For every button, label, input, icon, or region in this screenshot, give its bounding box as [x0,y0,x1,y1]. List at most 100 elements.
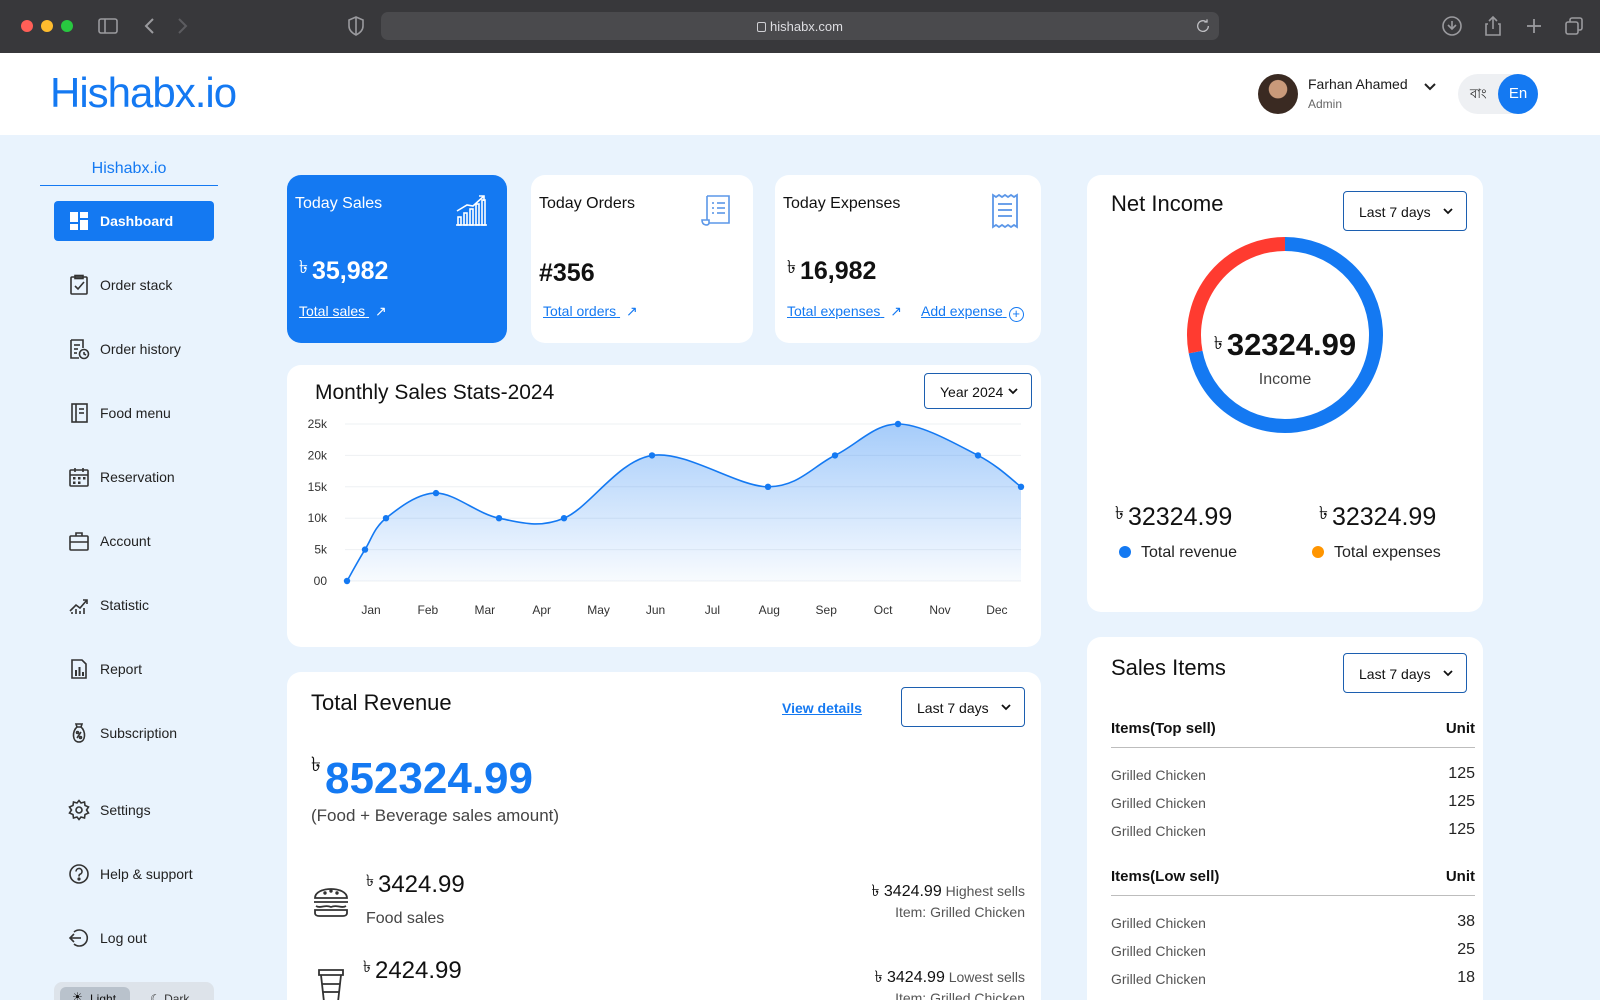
low-sell-header: Items(Low sell) Unit [1111,868,1475,885]
add-expense-link[interactable]: Add expense + [921,303,1024,322]
sidebar-item-reservation[interactable]: Reservation [54,457,214,497]
link-label: Total sales [299,303,366,319]
y-tick-label: 15k [308,480,328,494]
data-point[interactable] [894,420,902,428]
x-tick-label: May [587,603,610,617]
tab-overview-icon[interactable] [1562,14,1586,38]
sidebar-item-order-history[interactable]: Order history [54,329,214,369]
data-point[interactable] [495,515,503,522]
table-row: Grilled Chicken 125 [1111,765,1475,783]
sun-icon: ☀ [72,990,83,1000]
theme-light-option[interactable]: ☀ Light [60,987,130,1000]
theme-light-label: Light [90,992,117,1000]
total-revenue-title: Total Revenue [311,690,452,715]
net-income-card: Net Income Last 7 days ৳ 32324.99 Income … [1087,175,1483,612]
column-header: Items(Low sell) [1111,868,1220,885]
sidebar-item-food-menu[interactable]: Food menu [54,393,214,433]
lang-english-option[interactable]: En [1498,74,1538,114]
lang-bangla-option[interactable]: বাং [1470,85,1487,106]
logo[interactable]: Hishabx.io [50,69,237,117]
total-orders-link[interactable]: Total orders ↗ [543,303,638,320]
shield-icon[interactable] [344,14,368,38]
user-name[interactable]: Farhan Ahamed [1308,76,1408,92]
divider [1111,747,1475,748]
theme-dark-option[interactable]: ☾ Dark [150,992,189,1000]
drink-cup-icon [311,964,351,1000]
net-income-title: Net Income [1111,191,1224,216]
data-point[interactable] [382,515,390,522]
view-details-link[interactable]: View details [782,700,862,716]
x-tick-label: Nov [929,603,950,617]
sidebar-item-settings[interactable]: Settings [54,790,214,830]
percent-bag-icon [68,722,90,744]
net-income-period-dropdown[interactable]: Last 7 days [1343,191,1467,231]
data-point[interactable] [343,577,351,585]
chevron-down-icon[interactable] [1422,78,1438,94]
item-name: Grilled Chicken [1111,971,1206,987]
arrow-up-right-icon: ↗ [375,303,387,319]
sidebar-item-subscription[interactable]: Subscription [54,713,214,753]
forward-icon[interactable] [170,14,194,38]
sidebar-item-statistic[interactable]: Statistic [54,585,214,625]
close-window-button[interactable] [21,20,33,32]
data-point[interactable] [432,489,440,497]
sidebar-item-report[interactable]: Report [54,649,214,689]
avatar[interactable] [1258,74,1298,114]
monthly-sales-chart: 00 5k 10k 15k 20k 25k Jan Feb Mar Apr May Jun Jul Aug… [308,417,1025,617]
sidebar-item-label: Food menu [100,405,171,421]
sales-items-period-dropdown[interactable]: Last 7 days [1343,653,1467,693]
item-name: Grilled Chicken [1111,767,1206,783]
sidebar-item-dashboard[interactable]: Dashboard [54,201,214,241]
today-orders-card: Today Orders #356 Total orders ↗ [531,175,753,343]
data-point[interactable] [361,546,369,553]
legend-label: Total revenue [1141,544,1238,561]
reload-icon[interactable] [1195,18,1211,34]
download-icon[interactable] [1440,14,1464,38]
link-label: Total orders [543,303,617,319]
data-point[interactable] [764,483,772,490]
currency-symbol: ৳ [1213,333,1223,353]
donut-center-label: Income [1258,371,1312,388]
total-revenue-card: Total Revenue View details Last 7 days ৳… [287,672,1041,1000]
currency-symbol: ৳ [299,257,308,277]
data-point[interactable] [648,452,656,459]
data-point[interactable] [974,452,982,459]
table-row: Grilled Chicken 38 [1111,913,1475,931]
item-unit: 125 [1448,793,1475,810]
sidebar-item-account[interactable]: Account [54,521,214,561]
language-toggle[interactable]: বাং En [1458,74,1538,114]
value: 3424.99 [883,883,942,900]
card-value: ৳ 35,982 [299,253,388,286]
back-icon[interactable] [138,14,162,38]
share-icon[interactable] [1481,14,1505,38]
sidebar-item-label: Subscription [100,725,178,741]
chevron-down-icon [1443,208,1453,215]
clipboard-check-icon [68,274,90,296]
sidebar-item-help-support[interactable]: Help & support [54,854,214,894]
data-point[interactable] [1017,483,1025,490]
address-bar[interactable]: hishabx.com [381,12,1219,40]
maximize-window-button[interactable] [61,20,73,32]
table-row: Grilled Chicken 125 [1111,793,1475,811]
burger-icon [311,880,351,920]
total-sales-link[interactable]: Total sales ↗ [299,303,387,320]
sidebar-item-logout[interactable]: Log out [54,918,214,958]
sidebar-item-order-stack[interactable]: Order stack [54,265,214,305]
card-title: Today Expenses [783,195,901,212]
revenue-period-dropdown[interactable]: Last 7 days [901,687,1025,727]
total-expenses-link[interactable]: Total expenses ↗ [787,303,902,320]
food-highest-item: Item: Grilled Chicken [895,904,1025,920]
data-point[interactable] [560,515,568,522]
new-tab-icon[interactable] [1522,14,1546,38]
sidebar-logo[interactable]: Hishabx.io [40,160,218,186]
data-point[interactable] [831,452,839,459]
sidebar-toggle-icon[interactable] [96,14,120,38]
theme-toggle[interactable]: ☀ Light ☾ Dark [54,982,214,1000]
x-tick-label: Dec [986,603,1007,617]
currency-symbol: ৳ [874,969,883,986]
card-title: Today Sales [295,195,383,212]
minimize-window-button[interactable] [41,20,53,32]
label: Lowest sells [948,969,1025,985]
chevron-down-icon [1443,670,1453,677]
sales-items-title: Sales Items [1111,655,1226,680]
